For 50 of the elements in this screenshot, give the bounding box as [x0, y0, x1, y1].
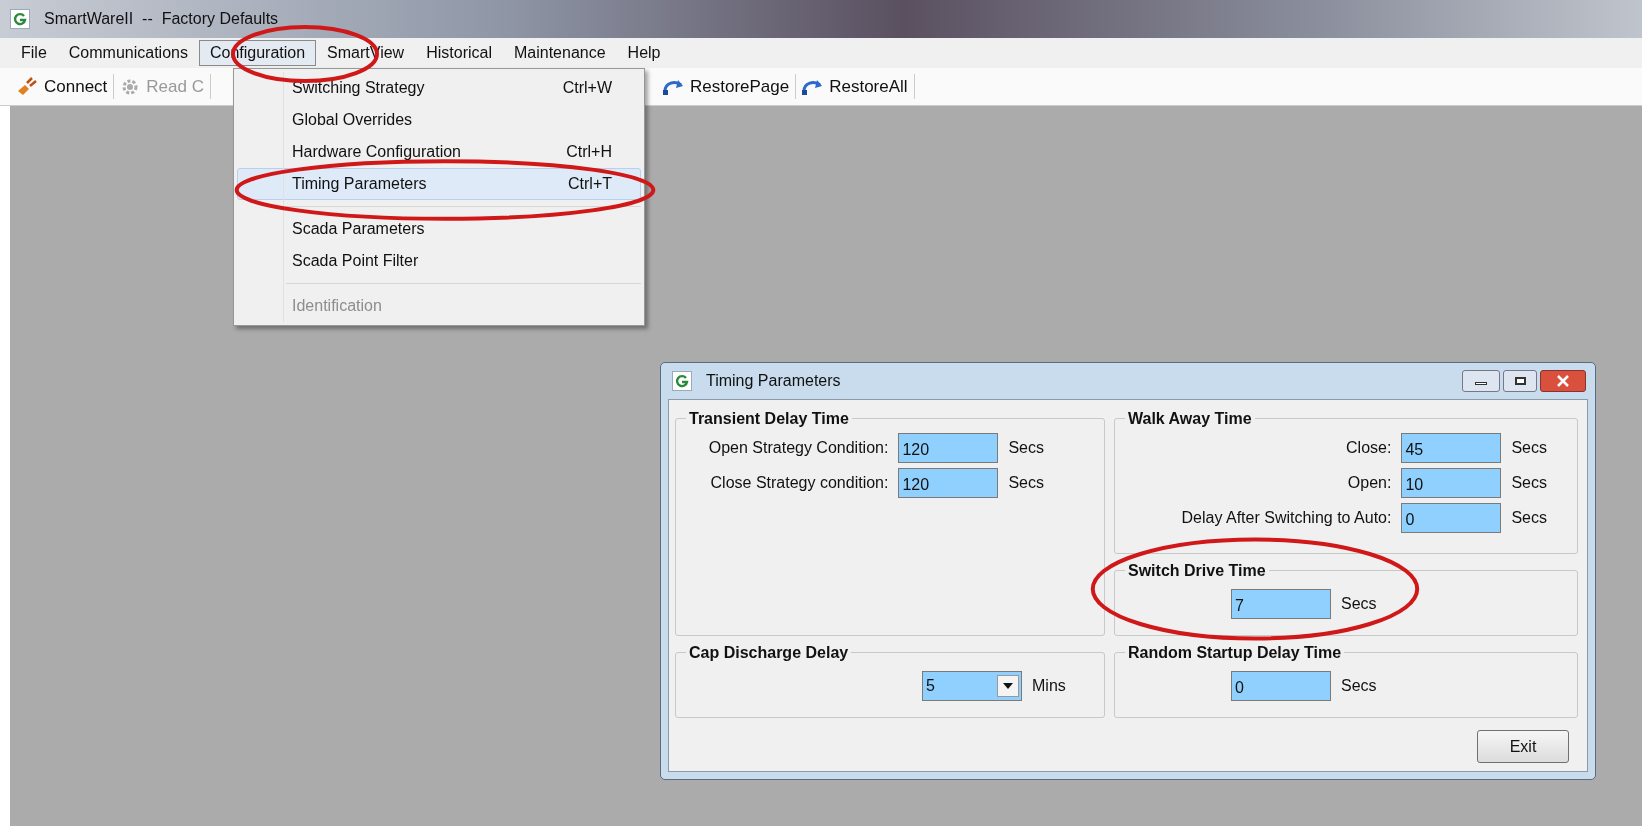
dialog-title: Timing Parameters — [706, 371, 841, 391]
input-field[interactable]: 120 — [898, 468, 999, 498]
toolbar-button[interactable]: RestorePage — [656, 73, 797, 100]
menu-entry[interactable]: Scada Parameters — [237, 213, 641, 245]
exit-button[interactable]: Exit — [1477, 730, 1569, 763]
field-label: Open: — [1347, 473, 1392, 493]
window-title: SmartWareII -- Factory Defaults — [44, 9, 279, 29]
input-field[interactable]: 7 — [1231, 589, 1331, 619]
menu-item[interactable]: File — [10, 40, 58, 66]
menu-entry[interactable]: Timing Parameters Ctrl+T — [237, 168, 641, 200]
shortcut-label: Ctrl+H — [566, 142, 612, 162]
app-logo-icon — [10, 9, 30, 29]
field-label: Close Strategy condition: — [710, 473, 889, 493]
close-button[interactable] — [1540, 370, 1586, 392]
menu-entry[interactable]: Global Overrides — [237, 104, 641, 136]
shortcut-label: Ctrl+W — [562, 78, 612, 98]
menu-entry[interactable]: Switching Strategy Ctrl+W — [237, 72, 641, 104]
menu-item[interactable]: Help — [616, 40, 672, 66]
toolbar-button[interactable]: RestoreAll — [796, 73, 915, 100]
maximize-button[interactable] — [1503, 370, 1537, 392]
undo-arrow-icon — [802, 78, 824, 95]
input-field[interactable]: 120 — [898, 433, 999, 463]
menu-item[interactable]: Communications — [57, 40, 199, 66]
dropdown-field[interactable]: 5 — [922, 671, 1022, 701]
unit-label: Secs — [1341, 676, 1377, 696]
unit-label: Secs — [1511, 508, 1547, 528]
minimize-button[interactable] — [1462, 370, 1500, 392]
unit-label: Secs — [1511, 473, 1547, 493]
input-field[interactable]: 45 — [1401, 433, 1502, 463]
unit-label: Secs — [1341, 594, 1377, 614]
menu-entry[interactable]: Scada Point Filter — [237, 245, 641, 277]
unit-label: Secs — [1008, 473, 1044, 493]
menu-entry[interactable]: Hardware Configuration Ctrl+H — [237, 136, 641, 168]
shortcut-label: Ctrl+T — [568, 174, 612, 194]
toolbar-button[interactable]: Connect — [10, 73, 115, 100]
plug-icon — [16, 76, 38, 97]
unit-label: Mins — [1032, 676, 1066, 696]
field-label: Open Strategy Condition: — [708, 438, 889, 458]
menu-item[interactable]: Historical — [415, 40, 503, 66]
undo-arrow-icon — [662, 78, 684, 95]
app-logo-icon — [672, 371, 692, 391]
unit-label: Secs — [1008, 438, 1044, 458]
close-icon — [1557, 375, 1569, 387]
field-label: Delay After Switching to Auto: — [1181, 508, 1392, 528]
input-field[interactable]: 0 — [1231, 671, 1331, 701]
input-field[interactable]: 0 — [1401, 503, 1502, 533]
input-field[interactable]: 10 — [1401, 468, 1502, 498]
menu-item[interactable]: Maintenance — [502, 40, 617, 66]
field-label: Close: — [1346, 438, 1392, 458]
unit-label: Secs — [1511, 438, 1547, 458]
